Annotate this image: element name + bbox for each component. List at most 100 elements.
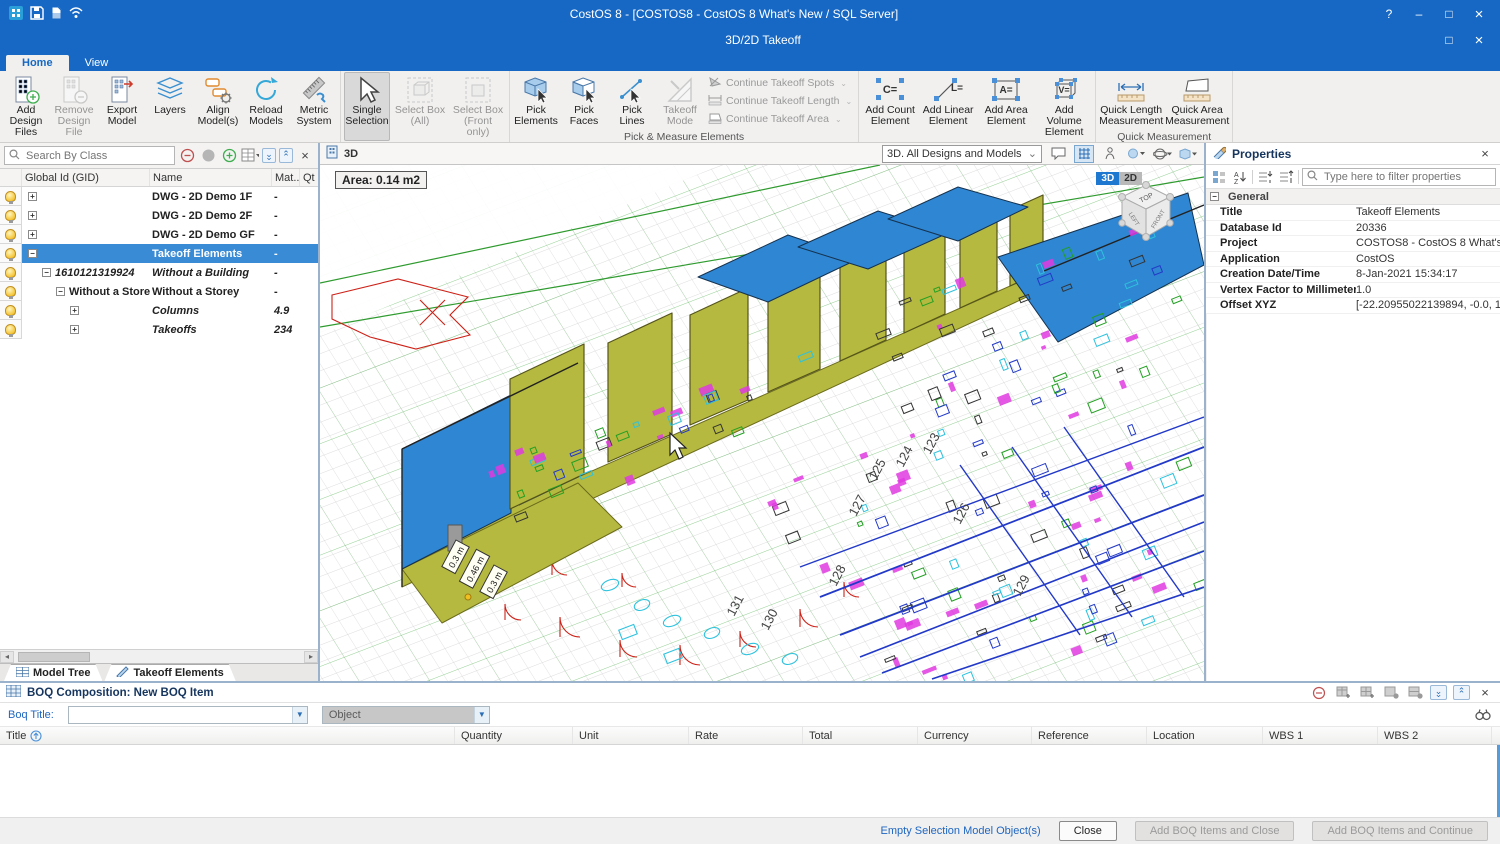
database-icon[interactable] (50, 6, 62, 23)
sort-up-icon[interactable] (30, 730, 42, 742)
single-selection-button[interactable]: Single Selection (344, 72, 390, 141)
search-box[interactable] (4, 146, 175, 165)
properties-filter-box[interactable] (1302, 168, 1496, 186)
property-row[interactable]: Creation Date/Time8-Jan-2021 15:34:17 (1206, 267, 1500, 283)
tree-expander[interactable]: − (56, 287, 65, 296)
grid-toggle-icon[interactable] (1074, 145, 1094, 163)
comment-icon[interactable] (1048, 145, 1068, 163)
col-mat[interactable]: Mat... (272, 169, 300, 186)
general-section-header[interactable]: − General (1206, 189, 1500, 205)
remove-row-icon[interactable] (1310, 685, 1328, 701)
sort-az-icon[interactable]: AZ (1231, 168, 1249, 186)
tree-row[interactable]: −Without a StoreyWithout a Storey- (0, 282, 318, 301)
boq-column-header[interactable]: WBS 2 (1378, 727, 1492, 744)
boq-table-body[interactable] (0, 745, 1500, 817)
remove-circle-icon[interactable] (178, 147, 196, 165)
tree-row[interactable]: +DWG - 2D Demo 1F- (0, 187, 318, 206)
tree-expander[interactable]: + (70, 325, 79, 334)
help-button[interactable]: ? (1376, 5, 1402, 23)
toggle-3d-button[interactable]: 3D (1096, 172, 1119, 185)
align-models-button[interactable]: Align Model(s) (195, 72, 241, 141)
tab-model-tree[interactable]: Model Tree (4, 664, 102, 681)
property-row[interactable]: ProjectCOSTOS8 - CostOS 8 What's New (1206, 236, 1500, 252)
pick-faces-button[interactable]: Pick Faces (561, 72, 607, 130)
collapse-section-icon[interactable]: − (1210, 192, 1219, 201)
boq-close-icon[interactable]: × (1476, 685, 1494, 701)
tree-row[interactable]: +DWG - 2D Demo GF- (0, 225, 318, 244)
property-row[interactable]: Vertex Factor to Millimeter1.0 (1206, 283, 1500, 299)
visibility-bulb-icon[interactable] (5, 229, 16, 240)
tree-row[interactable]: −1610121319924Without a Building- (0, 263, 318, 282)
design-selector-combo[interactable]: 3D. All Designs and Models ⌄ (882, 145, 1042, 163)
doc-restore-button[interactable]: □ (1436, 31, 1462, 49)
col-name[interactable]: Name (150, 169, 272, 186)
scroll-left-arrow[interactable]: ◂ (0, 651, 14, 663)
collapse-rows-icon[interactable] (1277, 168, 1295, 186)
doc-close-button[interactable]: × (1466, 31, 1492, 49)
tree-expander[interactable]: + (28, 230, 37, 239)
empty-selection-link[interactable]: Empty Selection Model Object(s) (881, 825, 1041, 837)
add-design-files-button[interactable]: Add Design Files (3, 72, 49, 141)
boq-column-header[interactable]: Title (0, 727, 455, 744)
boq-column-header[interactable]: WBS 1 (1263, 727, 1378, 744)
layers-button[interactable]: Layers (147, 72, 193, 141)
metric-system-button[interactable]: Metric System (291, 72, 337, 141)
visibility-bulb-icon[interactable] (5, 210, 16, 221)
boq-expand-icon[interactable]: ⌄⌄ (1430, 685, 1447, 700)
tree-row[interactable]: +Columns4.9 (0, 301, 318, 320)
boq-collapse-icon[interactable]: ⌃⌃ (1453, 685, 1470, 700)
add-linear-element-button[interactable]: L= Add Linear Element (920, 72, 976, 141)
horizontal-scrollbar[interactable]: ◂ ▸ (0, 649, 318, 663)
visibility-bulb-icon[interactable] (5, 286, 16, 297)
table-add-row-icon[interactable] (1334, 685, 1352, 701)
tree-expander[interactable]: + (28, 192, 37, 201)
scroll-thumb[interactable] (18, 652, 90, 662)
object-combo[interactable]: Object ▼ (322, 706, 490, 724)
shading-mode-icon[interactable] (1126, 145, 1146, 163)
properties-close-icon[interactable]: × (1476, 145, 1494, 163)
property-row[interactable]: ApplicationCostOS (1206, 252, 1500, 268)
export-model-button[interactable]: Export Model (99, 72, 145, 141)
quick-length-measurement-button[interactable]: Quick Length Measurement (1099, 72, 1163, 130)
pick-lines-button[interactable]: Pick Lines (609, 72, 655, 130)
tab-home[interactable]: Home (6, 55, 69, 71)
tree-row[interactable]: +Takeoffs234 (0, 320, 318, 339)
panel-close-icon[interactable]: × (296, 147, 314, 165)
tree-expander[interactable]: − (28, 249, 37, 258)
boq-column-header[interactable]: Total (803, 727, 918, 744)
viewport-tab-label[interactable]: 3D (344, 148, 358, 160)
visibility-bulb-icon[interactable] (5, 324, 16, 335)
add-area-element-button[interactable]: A= Add Area Element (978, 72, 1034, 141)
collapse-all-icon[interactable]: ⌃⌃ (279, 148, 293, 163)
visibility-bulb-icon[interactable] (5, 191, 16, 202)
visibility-bulb-icon[interactable] (5, 248, 16, 259)
close-button[interactable]: × (1466, 5, 1492, 23)
property-row[interactable]: TitleTakeoff Elements (1206, 205, 1500, 221)
properties-filter-input[interactable] (1322, 170, 1491, 184)
save-icon[interactable] (30, 6, 44, 23)
boq-title-combo[interactable]: ▼ (68, 706, 308, 724)
property-row[interactable]: Offset XYZ[-22.20955022139894, -0.0, 12.… (1206, 298, 1500, 314)
model-canvas[interactable]: 123124125126127128129130131 0.3 m 0.46 m… (320, 165, 1204, 681)
pick-elements-button[interactable]: Pick Elements (513, 72, 559, 130)
boq-column-header[interactable]: Quantity (455, 727, 573, 744)
add-count-element-button[interactable]: C= Add Count Element (862, 72, 918, 141)
boq-column-header[interactable]: Location (1147, 727, 1263, 744)
col-qt[interactable]: Qt (300, 169, 318, 186)
tree-row[interactable]: +DWG - 2D Demo 2F- (0, 206, 318, 225)
boq-column-header[interactable]: Unit (573, 727, 689, 744)
add-circle-icon[interactable] (220, 147, 238, 165)
tree-expander[interactable]: − (42, 268, 51, 277)
scroll-right-arrow[interactable]: ▸ (304, 651, 318, 663)
visibility-bulb-icon[interactable] (5, 267, 16, 278)
tab-view[interactable]: View (69, 55, 125, 71)
tree-expander[interactable]: + (70, 306, 79, 315)
table-add-col-icon[interactable] (1358, 685, 1376, 701)
quick-area-measurement-button[interactable]: Quick Area Measurement (1165, 72, 1229, 130)
restore-button[interactable]: □ (1436, 5, 1462, 23)
search-input[interactable] (24, 149, 170, 163)
boq-column-header[interactable]: Rate (689, 727, 803, 744)
reload-models-button[interactable]: Reload Models (243, 72, 289, 141)
binoculars-icon[interactable] (1474, 707, 1492, 723)
col-global-id[interactable]: Global Id (GID) (22, 169, 150, 186)
